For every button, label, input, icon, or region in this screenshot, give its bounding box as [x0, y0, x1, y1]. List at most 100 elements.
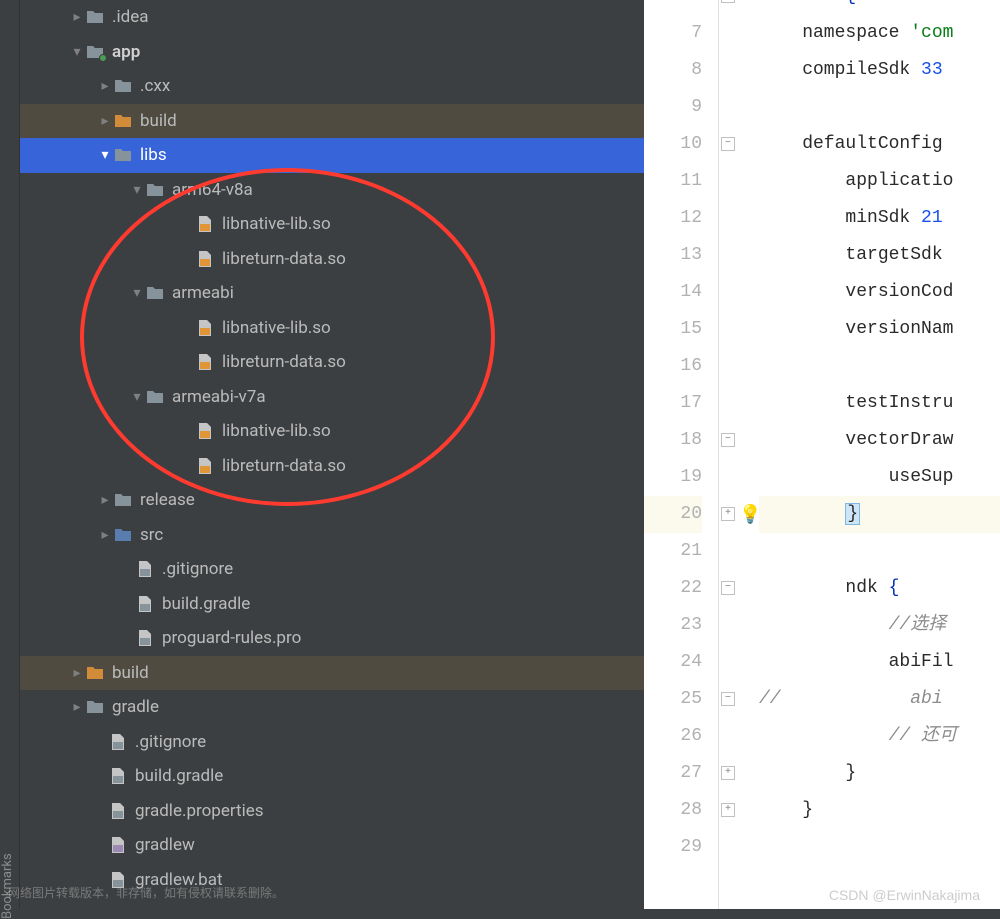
tree-row[interactable]: gradle.properties [20, 794, 644, 829]
tree-row[interactable]: .gitignore [20, 725, 644, 760]
line-number: 14 [644, 274, 702, 311]
code-line[interactable]: versionNam [759, 311, 1000, 348]
code-area[interactable]: android { namespace 'com compileSdk 33 d… [759, 0, 1000, 909]
line-number: 24 [644, 644, 702, 681]
tree-row[interactable]: libreturn-data.so [20, 345, 644, 380]
line-number: 22 [644, 570, 702, 607]
tool-rail[interactable]: Bookmarks [0, 0, 20, 909]
tree-label: src [140, 525, 163, 545]
line-number: 25 [644, 681, 702, 718]
tree-row[interactable]: ▾ armeabi [20, 276, 644, 311]
file-git-icon [136, 560, 154, 578]
tree-row[interactable]: ▾ app [20, 35, 644, 70]
fold-toggle[interactable]: − [721, 433, 735, 447]
fold-toggle[interactable]: + [721, 507, 735, 521]
chevron-right-icon[interactable]: ▸ [68, 699, 86, 715]
tree-label: .gitignore [135, 732, 206, 752]
fold-toggle[interactable]: − [721, 692, 735, 706]
tree-label: release [140, 490, 195, 510]
fold-toggle[interactable]: + [721, 803, 735, 817]
chevron-down-icon[interactable]: ▾ [128, 285, 146, 301]
tree-row[interactable]: libreturn-data.so [20, 449, 644, 484]
code-line[interactable]: } [759, 496, 1000, 533]
code-editor[interactable]: 6789101112131415161718192021222324252627… [644, 0, 1000, 909]
project-tree[interactable]: ▸ .idea▾ app▸ .cxx▸ build▾ libs▾ arm64-v… [20, 0, 644, 909]
tree-row[interactable]: proguard-rules.pro [20, 621, 644, 656]
code-line[interactable]: minSdk 21 [759, 200, 1000, 237]
tree-row[interactable]: libnative-lib.so [20, 414, 644, 449]
chevron-down-icon[interactable]: ▾ [96, 147, 114, 163]
tree-row[interactable]: build.gradle [20, 587, 644, 622]
line-number: 23 [644, 607, 702, 644]
chevron-right-icon[interactable]: ▸ [96, 113, 114, 129]
code-line[interactable]: abiFil [759, 644, 1000, 681]
tree-row[interactable]: ▸ .idea [20, 0, 644, 35]
tree-label: gradle.properties [135, 801, 264, 821]
code-line[interactable]: ndk { [759, 570, 1000, 607]
tree-row[interactable]: ▸ src [20, 518, 644, 553]
code-line[interactable]: android { [759, 0, 1000, 15]
code-line[interactable]: // 还可 [759, 718, 1000, 755]
file-so-icon [196, 422, 214, 440]
line-number: 12 [644, 200, 702, 237]
intention-bulb-icon[interactable]: 💡 [739, 504, 761, 526]
fold-toggle[interactable]: − [721, 137, 735, 151]
folder-icon [86, 9, 104, 25]
chevron-right-icon[interactable]: ▸ [96, 78, 114, 94]
tree-row[interactable]: gradlew [20, 828, 644, 863]
line-gutter: 6789101112131415161718192021222324252627… [644, 0, 719, 909]
tree-row[interactable]: ▸ build [20, 104, 644, 139]
tree-row[interactable]: ▾ libs [20, 138, 644, 173]
fold-toggle[interactable]: + [721, 766, 735, 780]
file-text-icon [136, 629, 154, 647]
rail-bottom-label[interactable]: Bookmarks [0, 900, 15, 919]
file-so-icon [196, 250, 214, 268]
tree-label: build [112, 663, 149, 683]
code-line[interactable]: targetSdk [759, 237, 1000, 274]
code-line[interactable]: useSup [759, 459, 1000, 496]
code-line[interactable]: namespace 'com [759, 15, 1000, 52]
chevron-right-icon[interactable]: ▸ [96, 527, 114, 543]
code-line[interactable]: versionCod [759, 274, 1000, 311]
fold-toggle[interactable]: − [721, 581, 735, 595]
tree-row[interactable]: ▸ .cxx [20, 69, 644, 104]
chevron-right-icon[interactable]: ▸ [68, 9, 86, 25]
code-line[interactable] [759, 533, 1000, 570]
code-line[interactable]: testInstru [759, 385, 1000, 422]
chevron-right-icon[interactable]: ▸ [68, 665, 86, 681]
code-line[interactable]: // abi [759, 681, 1000, 718]
code-line[interactable] [759, 89, 1000, 126]
code-line[interactable] [759, 348, 1000, 385]
tree-row[interactable]: libnative-lib.so [20, 311, 644, 346]
tree-row[interactable]: ▾ arm64-v8a [20, 173, 644, 208]
code-line[interactable]: } [759, 755, 1000, 792]
fold-toggle[interactable]: − [721, 0, 735, 3]
code-line[interactable]: defaultConfig [759, 126, 1000, 163]
chevron-down-icon[interactable]: ▾ [128, 389, 146, 405]
file-git-icon [109, 733, 127, 751]
line-number: 11 [644, 163, 702, 200]
tree-label: build.gradle [135, 766, 223, 786]
chevron-down-icon[interactable]: ▾ [68, 44, 86, 60]
line-number: 28 [644, 792, 702, 829]
tree-row[interactable]: ▸ gradle [20, 690, 644, 725]
tree-row[interactable]: libreturn-data.so [20, 242, 644, 277]
fold-column[interactable]: − − − + 💡 − − + + [719, 0, 759, 909]
code-line[interactable] [759, 829, 1000, 866]
file-so-icon [196, 215, 214, 233]
tree-row[interactable]: libnative-lib.so [20, 207, 644, 242]
code-line[interactable]: vectorDraw [759, 422, 1000, 459]
code-line[interactable]: //选择 [759, 607, 1000, 644]
tree-row[interactable]: build.gradle [20, 759, 644, 794]
chevron-down-icon[interactable]: ▾ [128, 182, 146, 198]
code-line[interactable]: compileSdk 33 [759, 52, 1000, 89]
code-line[interactable]: applicatio [759, 163, 1000, 200]
tree-row[interactable]: ▸ build [20, 656, 644, 691]
folder-icon [114, 113, 132, 129]
tree-row[interactable]: ▸ release [20, 483, 644, 518]
tree-row[interactable]: .gitignore [20, 552, 644, 587]
chevron-right-icon[interactable]: ▸ [96, 492, 114, 508]
tree-row[interactable]: ▾ armeabi-v7a [20, 380, 644, 415]
code-line[interactable]: } [759, 792, 1000, 829]
tree-label: .idea [112, 7, 148, 27]
